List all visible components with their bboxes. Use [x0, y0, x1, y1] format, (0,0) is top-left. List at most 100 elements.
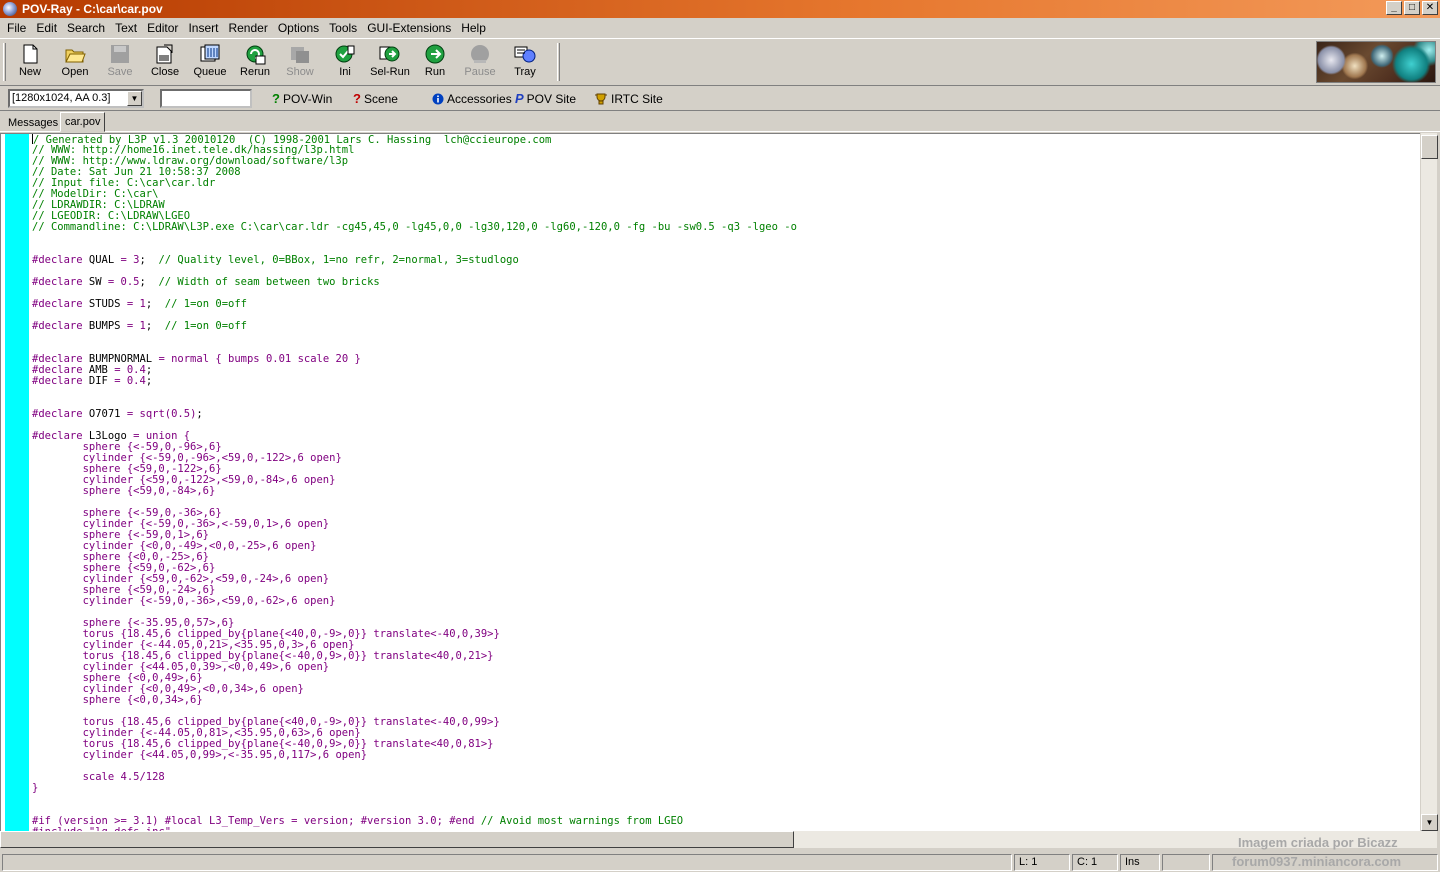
code-line[interactable]: #declare QUAL = 3; // Quality level, 0=B… — [32, 255, 797, 266]
povray-app-icon — [3, 2, 17, 16]
help-question-icon: ? — [272, 91, 280, 106]
code-text[interactable]: / Generated by L3P v1.3 20010120 (C) 199… — [32, 134, 797, 831]
main-toolbar: New Open Save Close Queue Rerun Show Ini… — [0, 38, 1440, 86]
code-line[interactable]: cylinder {<-59,0,-36>,<59,0,-62>,6 open} — [32, 596, 797, 607]
command-input[interactable] — [160, 89, 252, 108]
code-token: normal — [171, 353, 210, 365]
code-token: ; — [139, 276, 159, 288]
toolbar-grip[interactable] — [3, 43, 6, 81]
menu-editor[interactable]: Editor — [142, 18, 183, 38]
vertical-scroll-thumb[interactable] — [1421, 135, 1438, 159]
watermark-line2: forum0937.miniancora.com — [1232, 854, 1402, 869]
code-line[interactable]: sphere {<0,0,34>,6} — [32, 695, 797, 706]
code-token: ; — [145, 320, 165, 332]
chevron-down-icon[interactable]: ▼ — [127, 91, 142, 106]
code-line[interactable] — [32, 794, 797, 805]
menu-gui-extensions[interactable]: GUI-Extensions — [362, 18, 456, 38]
run-button[interactable]: Run — [413, 41, 457, 83]
menu-insert[interactable]: Insert — [183, 18, 223, 38]
tray-button[interactable]: Tray — [503, 41, 547, 83]
scene-help-button[interactable]: ? Scene — [353, 91, 398, 107]
code-line[interactable]: } — [32, 783, 797, 794]
minimize-button[interactable]: _ — [1386, 1, 1402, 15]
pause-icon — [471, 45, 489, 63]
code-line[interactable]: cylinder {<44.05,0,99>,<-35.95,0,117>,6 … — [32, 750, 797, 761]
status-column: C: 1 — [1072, 854, 1118, 871]
code-line[interactable] — [32, 332, 797, 343]
open-button[interactable]: Open — [53, 41, 97, 83]
code-token: #declare — [32, 320, 83, 332]
pov-p-icon: P — [515, 91, 524, 106]
irtc-site-button[interactable]: IRTC Site — [594, 91, 663, 107]
close-file-button[interactable]: Close — [143, 41, 187, 83]
new-button[interactable]: New — [8, 41, 52, 83]
code-token: 0.5 — [171, 408, 191, 420]
code-line[interactable]: #declare DIF = 0.4; — [32, 376, 797, 387]
accessories-button[interactable]: Accessories — [432, 91, 512, 107]
help-question-icon: ? — [353, 91, 361, 106]
ini-button[interactable]: Ini — [323, 41, 367, 83]
code-token: SW — [82, 276, 108, 288]
code-line[interactable] — [32, 233, 797, 244]
save-button[interactable]: Save — [98, 41, 142, 83]
show-button[interactable]: Show — [278, 41, 322, 83]
horizontal-scroll-thumb[interactable] — [0, 831, 794, 848]
code-line[interactable]: #declare BUMPS = 1; // 1=on 0=off — [32, 321, 797, 332]
menu-tools[interactable]: Tools — [324, 18, 362, 38]
code-token: // Avoid most warnings from LGEO — [480, 815, 684, 827]
menu-search[interactable]: Search — [62, 18, 110, 38]
save-icon — [111, 45, 129, 63]
menu-file[interactable]: File — [2, 18, 31, 38]
code-token: } — [354, 353, 361, 365]
code-line[interactable]: #declare SW = 0.5; // Width of seam betw… — [32, 277, 797, 288]
menu-options[interactable]: Options — [273, 18, 324, 38]
code-line[interactable]: #declare O7071 = sqrt(0.5); — [32, 409, 797, 420]
code-line[interactable]: sphere {<59,0,-84>,6} — [32, 486, 797, 497]
horizontal-scrollbar[interactable] — [0, 831, 1437, 848]
scroll-down-arrow-icon[interactable]: ▼ — [1421, 814, 1438, 831]
tab-car-pov[interactable]: car.pov — [60, 112, 106, 132]
code-token: 0.4 — [126, 375, 146, 387]
code-token: // 1=on 0=off — [164, 320, 247, 332]
status-line: L: 1 — [1014, 854, 1070, 871]
menu-edit[interactable]: Edit — [31, 18, 62, 38]
queue-button[interactable]: Queue — [188, 41, 232, 83]
pov-win-help-button[interactable]: ? POV-Win — [272, 91, 332, 107]
info-icon — [432, 93, 444, 105]
sel-run-button[interactable]: Sel-Run — [368, 41, 412, 83]
maximize-button[interactable]: □ — [1404, 1, 1420, 15]
code-token: 20 — [335, 353, 349, 365]
menu-render[interactable]: Render — [223, 18, 272, 38]
tab-messages[interactable]: Messages — [4, 115, 62, 132]
code-line[interactable] — [32, 387, 797, 398]
show-icon — [291, 47, 309, 63]
resolution-value: [1280x1024, AA 0.3] — [12, 92, 111, 104]
window-title: POV-Ray - C:\car\car.pov — [22, 2, 163, 16]
code-token: #declare — [32, 276, 83, 288]
code-token: sqrt( — [139, 408, 172, 420]
toolbar-grip-2[interactable] — [557, 43, 560, 81]
pov-site-button[interactable]: P POV Site — [515, 91, 576, 107]
code-token: scale 4.5/128 — [82, 771, 165, 783]
vertical-scrollbar[interactable]: ▼ — [1420, 133, 1438, 831]
new-file-icon — [23, 44, 38, 64]
rerun-icon — [246, 45, 266, 65]
code-line[interactable]: scale 4.5/128 — [32, 772, 797, 783]
code-token: QUAL — [82, 254, 121, 266]
rerun-button[interactable]: Rerun — [233, 41, 277, 83]
code-line[interactable]: // Commandline: C:\LDRAW\L3P.exe C:\car\… — [32, 222, 797, 233]
code-editor[interactable]: / Generated by L3P v1.3 20010120 (C) 199… — [0, 133, 1420, 831]
code-line[interactable]: #declare STUDS = 1; // 1=on 0=off — [32, 299, 797, 310]
code-token: O7071 — [82, 408, 127, 420]
menu-text[interactable]: Text — [110, 18, 142, 38]
code-token: sphere {<0,0,34>,6} — [82, 694, 203, 706]
resolution-select[interactable]: [1280x1024, AA 0.3] ▼ — [8, 89, 144, 108]
code-token: // 1=on 0=off — [164, 298, 247, 310]
pause-button[interactable]: Pause — [458, 41, 502, 83]
close-button[interactable]: ✕ — [1422, 1, 1438, 15]
code-token: // Commandline: C:\LDRAW\L3P.exe C:\car\… — [32, 221, 797, 233]
menu-help[interactable]: Help — [456, 18, 491, 38]
